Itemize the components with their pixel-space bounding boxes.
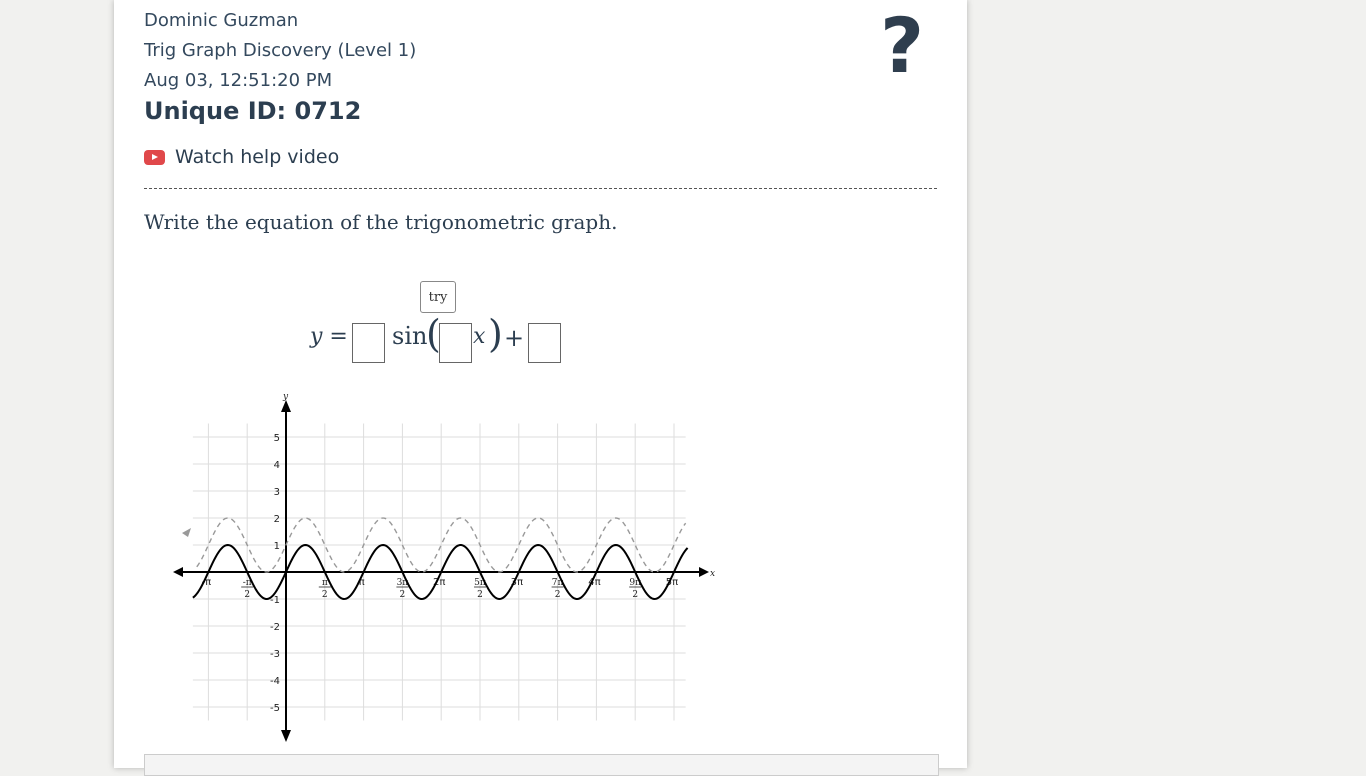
x-tick-denominator: 2 (400, 590, 406, 600)
trig-graph: xy54321-1-2-3-4-5-π -π2π2π 3π22π 5π23π 7π24π… (173, 392, 715, 742)
x-tick-numerator: π (322, 578, 328, 588)
y-tick-label: 3 (274, 487, 280, 498)
x-tick-denominator: 2 (244, 590, 250, 600)
dashed-curve-arrow-left (182, 528, 191, 537)
y-axis-label: y (282, 392, 289, 402)
vertical-shift-input[interactable] (528, 323, 561, 363)
x-axis-arrow-right (699, 567, 709, 577)
assignment-title: Trig Graph Discovery (Level 1) (144, 40, 417, 61)
y-tick-label: -5 (270, 703, 280, 714)
y-tick-label: 4 (274, 460, 280, 471)
equation-plus: + (504, 324, 525, 352)
y-tick-label: -4 (270, 676, 280, 687)
y-axis-arrow-down (281, 730, 291, 742)
x-tick-denominator: 2 (477, 590, 483, 600)
y-tick-label: -3 (270, 649, 280, 660)
x-tick-denominator: 2 (322, 590, 328, 600)
y-tick-label: 5 (274, 433, 280, 444)
y-tick-label: 1 (274, 541, 280, 552)
x-tick-denominator: 2 (555, 590, 561, 600)
try-button[interactable]: try (420, 281, 456, 313)
equation-lhs: y = (310, 324, 348, 349)
x-axis-label: x (710, 569, 715, 579)
frequency-input[interactable] (439, 323, 472, 363)
youtube-icon (144, 149, 165, 165)
equation-var: x (473, 324, 486, 349)
worksheet-panel: Dominic Guzman Trig Graph Discovery (Lev… (114, 0, 967, 776)
amplitude-input[interactable] (352, 323, 385, 363)
question-prompt: Write the equation of the trigonometric … (144, 210, 618, 234)
watch-help-video-link[interactable]: Watch help video (144, 146, 339, 168)
x-tick-denominator: 2 (632, 590, 638, 600)
equation-close-paren: ) (488, 312, 503, 356)
question-mark-icon[interactable]: ? (880, 8, 924, 84)
equation-func: sin (392, 322, 428, 350)
watch-help-video-label: Watch help video (175, 146, 340, 168)
student-name: Dominic Guzman (144, 10, 299, 31)
timestamp: Aug 03, 12:51:20 PM (144, 70, 333, 91)
x-axis-arrow-left (173, 567, 183, 577)
answer-area (144, 754, 939, 776)
divider (144, 188, 937, 189)
y-tick-label: -2 (270, 622, 280, 633)
unique-id: Unique ID: 0712 (144, 97, 362, 125)
y-tick-label: 2 (274, 514, 280, 525)
